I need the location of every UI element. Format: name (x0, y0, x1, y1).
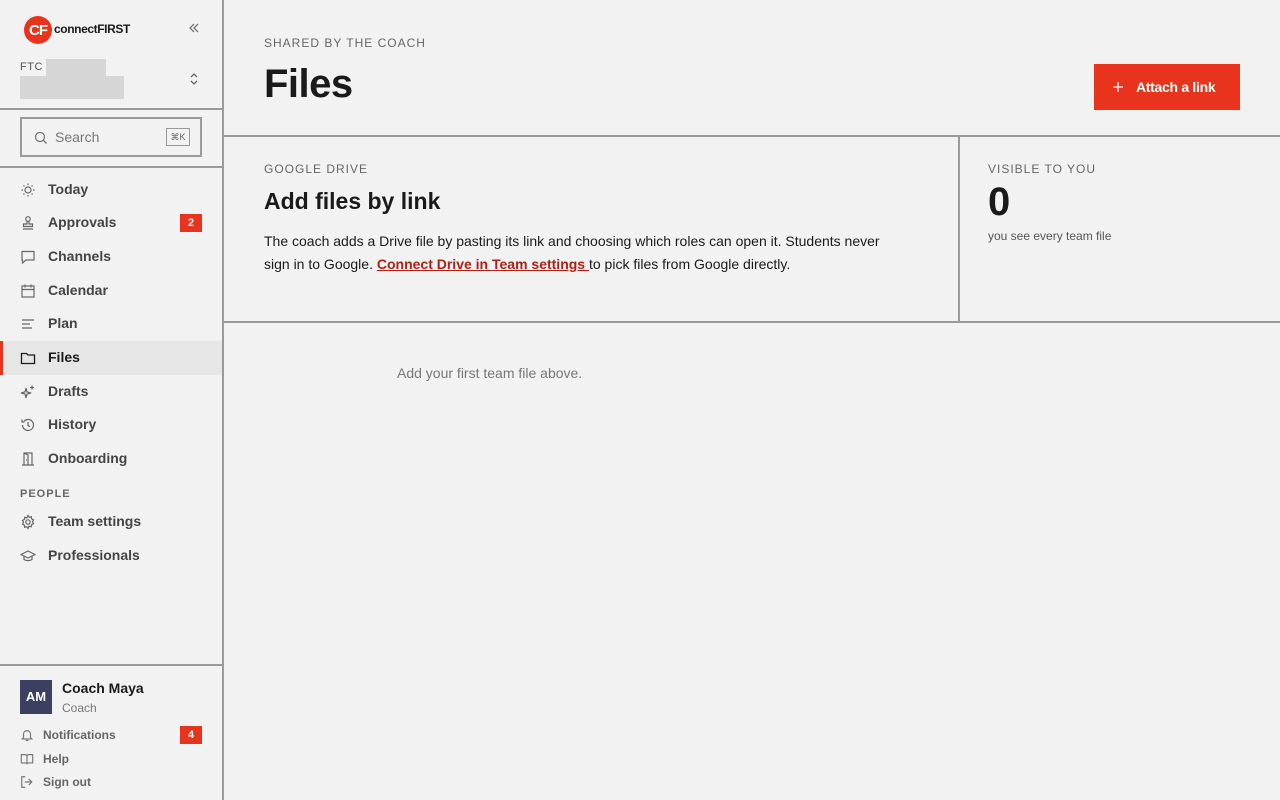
team-switcher[interactable]: FTC (20, 59, 204, 101)
header-divider (224, 135, 1280, 137)
redacted-team-name (20, 76, 124, 99)
sidebar-item-label: Onboarding (48, 450, 128, 466)
sidebar-item-label: Team settings (48, 513, 142, 529)
graduation-cap-icon (19, 548, 37, 564)
notifications-label: Notifications (43, 728, 116, 742)
cards-divider (224, 321, 1280, 323)
attach-link-label: Attach a link (1136, 79, 1216, 95)
sidebar-item-label: Professionals (48, 547, 140, 563)
visible-file-count: 0 (988, 180, 1011, 224)
sidebar-item-channels[interactable]: Channels (0, 240, 222, 274)
sidebar-item-label: Approvals (48, 214, 117, 230)
collapse-sidebar-icon[interactable] (186, 20, 202, 36)
main-content: SHARED BY THE COACH Files Attach a link … (224, 0, 1280, 800)
gear-icon (20, 514, 36, 530)
book-icon (20, 752, 34, 766)
search-placeholder: Search (55, 129, 100, 145)
sidebar-item-label: History (48, 416, 97, 432)
notifications-link[interactable]: Notifications 4 (20, 726, 204, 746)
empty-state-message: Add your first team file above. (397, 365, 583, 381)
sun-icon (20, 182, 36, 198)
sidebar-item-approvals[interactable]: Approvals 2 (0, 206, 222, 240)
sidebar-divider (0, 166, 222, 168)
brand-mark: CF (24, 16, 52, 44)
chevron-up-down-icon (188, 69, 200, 89)
notifications-count-badge: 4 (180, 726, 202, 744)
approvals-count-badge: 2 (180, 214, 202, 232)
sign-out-link[interactable]: Sign out (20, 773, 204, 793)
people-section-heading: PEOPLE (20, 488, 71, 500)
visible-card-eyebrow: VISIBLE TO YOU (988, 162, 1097, 176)
sidebar-item-label: Calendar (48, 282, 108, 298)
lines-icon (20, 316, 36, 332)
search-shortcut: ⌘K (166, 128, 190, 146)
brand-logo[interactable]: CF connectFIRST (24, 16, 204, 44)
chat-icon (20, 249, 36, 265)
sidebar: CF connectFIRST FTC Search ⌘K Today Appr… (0, 0, 224, 800)
sidebar-item-plan[interactable]: Plan (0, 307, 222, 341)
drive-card-body: The coach adds a Drive file by pasting i… (264, 230, 884, 276)
user-name: Coach Maya (62, 680, 144, 696)
search-input[interactable]: Search ⌘K (20, 117, 202, 157)
page-title: Files (264, 62, 353, 106)
visible-file-caption: you see every team file (988, 229, 1112, 243)
sidebar-item-drafts[interactable]: Drafts (0, 375, 222, 409)
card-divider (958, 136, 960, 322)
sparkle-icon (20, 384, 36, 400)
sidebar-item-onboarding[interactable]: Onboarding (0, 442, 222, 476)
sidebar-item-history[interactable]: History (0, 408, 222, 442)
sidebar-item-professionals[interactable]: Professionals (0, 539, 222, 573)
sidebar-divider (0, 108, 222, 110)
avatar: AM (20, 680, 52, 714)
connect-drive-link[interactable]: Connect Drive in Team settings (377, 256, 589, 272)
page-eyebrow: SHARED BY THE COACH (264, 36, 426, 50)
sidebar-divider (0, 664, 222, 666)
sidebar-item-label: Today (48, 181, 89, 197)
drive-card-text: to pick files from Google directly. (588, 256, 791, 272)
sidebar-item-calendar[interactable]: Calendar (0, 274, 222, 308)
user-profile[interactable]: AM Coach Maya Coach (20, 680, 204, 716)
sidebar-item-files[interactable]: Files (0, 341, 222, 375)
plus-icon (1112, 78, 1124, 98)
stamp-icon (20, 215, 36, 231)
bell-icon (20, 728, 34, 742)
folder-icon (20, 350, 36, 366)
search-icon (33, 130, 49, 146)
sign-out-label: Sign out (43, 775, 91, 789)
attach-link-button[interactable]: Attach a link (1094, 64, 1240, 110)
door-icon (20, 451, 36, 467)
sidebar-item-label: Plan (48, 315, 78, 331)
team-prefix: FTC (20, 61, 43, 73)
redacted-team-number (46, 59, 106, 77)
user-role: Coach (62, 701, 97, 715)
sidebar-item-today[interactable]: Today (0, 173, 222, 207)
sidebar-item-label: Channels (48, 248, 112, 264)
drive-card-title: Add files by link (264, 188, 441, 214)
brand-name: connectFIRST (54, 22, 130, 36)
help-link[interactable]: Help (20, 750, 204, 770)
sidebar-item-team-settings[interactable]: Team settings (0, 505, 222, 539)
help-label: Help (43, 752, 70, 766)
sidebar-item-label: Files (48, 349, 80, 365)
history-icon (20, 417, 36, 433)
sidebar-item-label: Drafts (48, 383, 89, 399)
sign-out-icon (20, 775, 34, 789)
calendar-icon (20, 283, 36, 299)
drive-card-eyebrow: GOOGLE DRIVE (264, 162, 369, 176)
